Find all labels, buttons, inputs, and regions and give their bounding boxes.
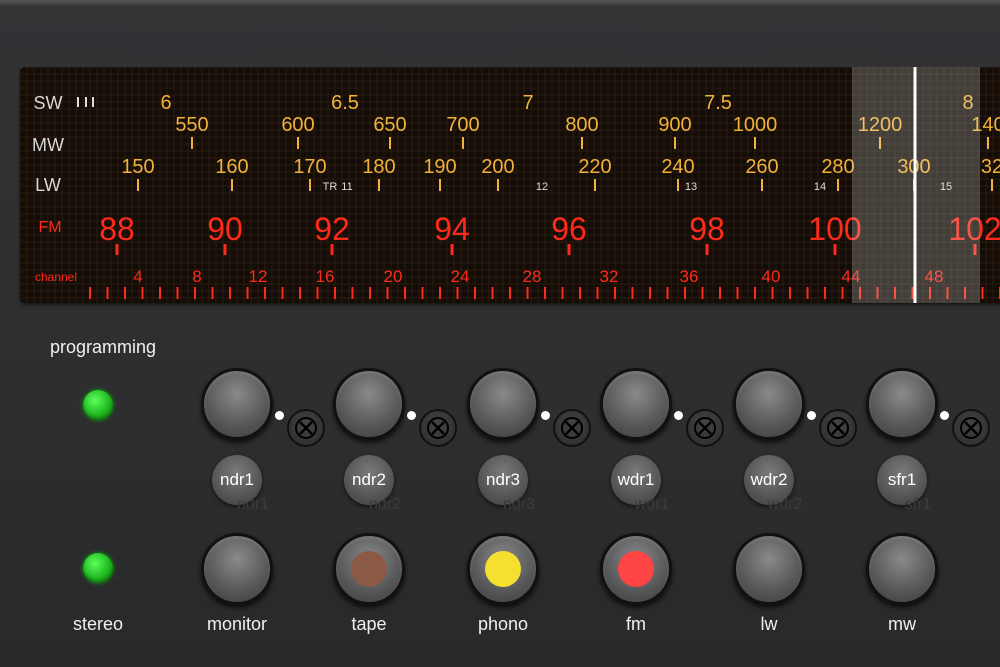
indicator-dot — [407, 411, 416, 420]
lw-tick-label: 240 — [661, 156, 694, 178]
lw-tick-label: 220 — [578, 156, 611, 178]
lw-tick-label: 150 — [121, 156, 154, 178]
lw-tick-label: 190 — [423, 156, 456, 178]
source-button-phono[interactable] — [467, 533, 539, 605]
source-button-lw[interactable] — [733, 533, 805, 605]
tuning-dial: SW MW LW FM channel 6 6.5 7 7.5 8 550 600 650 700 800 9… — [20, 67, 1000, 303]
source-indicator-light — [618, 551, 654, 587]
sw-tick-label: 7 — [522, 92, 533, 114]
fm-tick-label: 98 — [689, 211, 725, 247]
clear-icon — [427, 417, 449, 439]
mw-tick-label: 650 — [373, 114, 406, 136]
clear-preset-button[interactable] — [553, 409, 591, 447]
stereo-led — [83, 553, 113, 583]
programming-label: programming — [49, 337, 157, 357]
dial-scale: SW MW LW FM channel 6 6.5 7 7.5 8 550 600 650 700 800 9… — [20, 67, 1000, 303]
fm-tick-label: 96 — [551, 211, 587, 247]
lw-tick-label: 200 — [481, 156, 514, 178]
preset-shadow-label: ndr3 — [502, 496, 536, 513]
source-label: lw — [760, 614, 778, 634]
fm-tick-label: 88 — [99, 211, 135, 247]
program-knob[interactable] — [733, 368, 805, 440]
clear-icon — [827, 417, 849, 439]
source-button-fm[interactable] — [600, 533, 672, 605]
indicator-dot — [541, 411, 550, 420]
band-label-sw: SW — [34, 93, 63, 113]
fm-tick-label: 90 — [207, 211, 243, 247]
preset-shadow-label: ndr2 — [368, 496, 402, 513]
sw-tick-label: 6 — [160, 92, 171, 114]
clear-icon — [694, 417, 716, 439]
mw-tick-label: 700 — [446, 114, 479, 136]
indicator-dot — [674, 411, 683, 420]
source-button-monitor[interactable] — [201, 533, 273, 605]
indicator-dot — [275, 411, 284, 420]
channel-tick-label: 32 — [600, 267, 619, 286]
channel-tick-label: 40 — [762, 267, 781, 286]
mw-tick-label: 600 — [281, 114, 314, 136]
preset-shadow-label: sfr1 — [904, 496, 932, 513]
stereo-label: stereo — [72, 614, 124, 634]
sw-tick-label: 7.5 — [704, 92, 732, 114]
source-label: monitor — [206, 614, 268, 634]
clear-icon — [561, 417, 583, 439]
program-knob[interactable] — [333, 368, 405, 440]
preset-shadow-label: wdr2 — [767, 496, 803, 513]
program-knob[interactable] — [600, 368, 672, 440]
indicator-dot — [940, 411, 949, 420]
clear-preset-button[interactable] — [419, 409, 457, 447]
channel-tick-label: 24 — [451, 267, 470, 286]
lw-tick-label: 32 — [981, 156, 1000, 178]
lw-tick-label: 260 — [745, 156, 778, 178]
indicator-dot — [807, 411, 816, 420]
mw-tick-label: 550 — [175, 114, 208, 136]
program-knob[interactable] — [467, 368, 539, 440]
preset-shadow-label: wdr1 — [634, 496, 670, 513]
band-label-channel: channel — [35, 270, 77, 284]
source-button-tape[interactable] — [333, 533, 405, 605]
channel-tick-label: 20 — [384, 267, 403, 286]
mw-tick-label: 1000 — [733, 114, 778, 136]
channel-tick-label: 36 — [680, 267, 699, 286]
channel-tick-label: 16 — [316, 267, 335, 286]
channel-tick-label: 8 — [192, 267, 201, 286]
mw-tick-label: 900 — [658, 114, 691, 136]
lw-marker-label: 11 — [341, 181, 352, 193]
source-indicator-light — [485, 551, 521, 587]
mw-tick-label: 800 — [565, 114, 598, 136]
band-label-lw: LW — [35, 175, 61, 195]
lw-marker-label: TR — [323, 181, 338, 193]
source-label: tape — [351, 614, 387, 634]
band-label-fm: FM — [38, 219, 61, 236]
program-knob[interactable] — [201, 368, 273, 440]
channel-tick-label: 12 — [249, 267, 268, 286]
lw-tick-label: 180 — [362, 156, 395, 178]
clear-icon — [295, 417, 317, 439]
source-indicator-light — [351, 551, 387, 587]
program-knob[interactable] — [866, 368, 938, 440]
lw-marker-label: 13 — [685, 181, 697, 193]
fm-tick-label: 92 — [314, 211, 350, 247]
clear-preset-button[interactable] — [686, 409, 724, 447]
source-label: mw — [888, 614, 916, 634]
clear-preset-button[interactable] — [819, 409, 857, 447]
channel-tick-label: 4 — [133, 267, 142, 286]
clear-preset-button[interactable] — [952, 409, 990, 447]
lw-marker-label: 12 — [536, 181, 548, 193]
lw-tick-label: 170 — [293, 156, 326, 178]
preset-shadow-label: ndr1 — [236, 496, 270, 513]
fm-tick-label: 94 — [434, 211, 470, 247]
band-label-mw: MW — [32, 135, 64, 155]
clear-icon — [960, 417, 982, 439]
channel-tick-label: 28 — [523, 267, 542, 286]
lw-marker-label: 14 — [814, 181, 826, 193]
clear-preset-button[interactable] — [287, 409, 325, 447]
programming-led — [83, 390, 113, 420]
source-label: phono — [477, 614, 529, 634]
lw-tick-label: 160 — [215, 156, 248, 178]
lw-tick-label: 280 — [821, 156, 854, 178]
source-button-mw[interactable] — [866, 533, 938, 605]
sw-tick-label: 6.5 — [331, 92, 359, 114]
source-label: fm — [626, 614, 646, 634]
